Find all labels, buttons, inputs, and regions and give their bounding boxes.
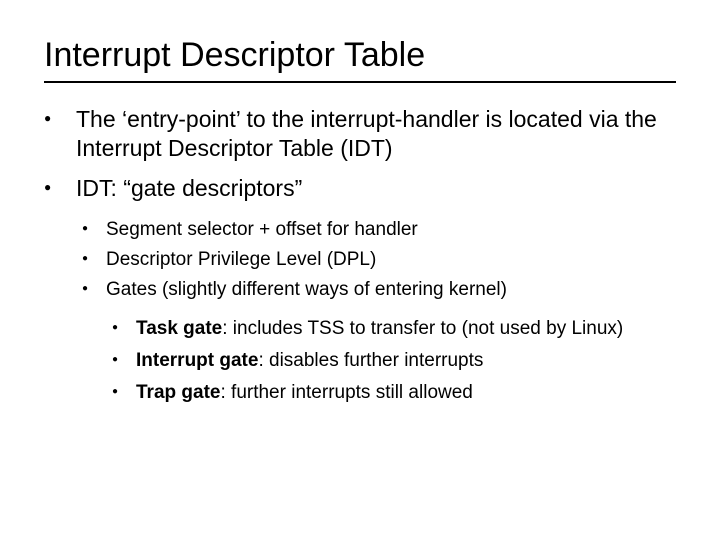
- list-item: IDT: “gate descriptors” Segment selector…: [44, 174, 676, 405]
- list-item: Segment selector + offset for handler: [76, 217, 676, 243]
- bullet-list-level3: Task gate: includes TSS to transfer to (…: [106, 316, 676, 405]
- bullet-list-level2: Segment selector + offset for handler De…: [76, 217, 676, 405]
- gate-desc: : further interrupts still allowed: [220, 382, 472, 403]
- bullet-text: Segment selector + offset for handler: [106, 219, 418, 240]
- bullet-text: Descriptor Privilege Level (DPL): [106, 249, 376, 270]
- bullet-text: IDT: “gate descriptors”: [76, 175, 302, 201]
- bullet-text: The ‘entry-point’ to the interrupt-handl…: [76, 106, 657, 161]
- gate-desc: : disables further interrupts: [258, 350, 483, 371]
- list-item: Interrupt gate: disables further interru…: [106, 348, 676, 374]
- list-item: The ‘entry-point’ to the interrupt-handl…: [44, 105, 676, 164]
- slide-container: { "title": "Interrupt Descriptor Table",…: [0, 0, 720, 540]
- list-item: Descriptor Privilege Level (DPL): [76, 247, 676, 273]
- bullet-text: Gates (slightly different ways of enteri…: [106, 279, 507, 300]
- list-item: Task gate: includes TSS to transfer to (…: [106, 316, 676, 342]
- slide-title: Interrupt Descriptor Table: [44, 36, 676, 75]
- gate-name: Interrupt gate: [136, 350, 258, 371]
- gate-name: Task gate: [136, 318, 222, 339]
- list-item: Gates (slightly different ways of enteri…: [76, 277, 676, 406]
- bullet-list-level1: The ‘entry-point’ to the interrupt-handl…: [44, 105, 676, 405]
- title-divider: [44, 81, 676, 83]
- gate-desc: : includes TSS to transfer to (not used …: [222, 318, 623, 339]
- list-item: Trap gate: further interrupts still allo…: [106, 380, 676, 406]
- gate-name: Trap gate: [136, 382, 220, 403]
